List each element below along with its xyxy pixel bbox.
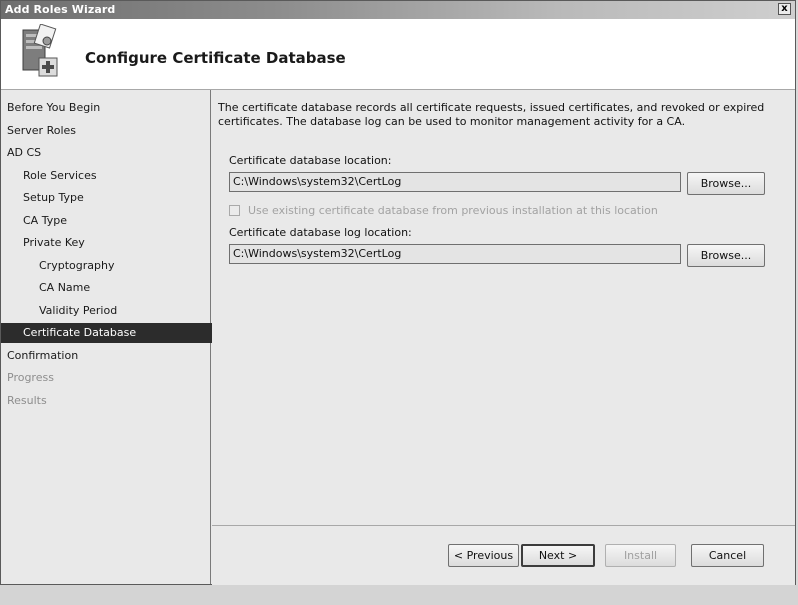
step-confirmation[interactable]: Confirmation (1, 346, 216, 366)
page-title: Configure Certificate Database (85, 49, 346, 67)
browse-log-button[interactable]: Browse... (687, 244, 765, 267)
step-before-you-begin[interactable]: Before You Begin (1, 98, 216, 118)
bottom-strip (0, 585, 798, 605)
step-progress: Progress (7, 371, 54, 384)
step-ad-cs[interactable]: AD CS (1, 143, 216, 163)
step-ca-name[interactable]: CA Name (1, 278, 248, 298)
use-existing-db-checkbox (229, 205, 240, 216)
log-location-input[interactable]: C:\Windows\system32\CertLog (229, 244, 681, 264)
cancel-button[interactable]: Cancel (691, 544, 764, 567)
step-server-roles[interactable]: Server Roles (1, 121, 216, 141)
step-validity-period[interactable]: Validity Period (1, 301, 248, 321)
step-cryptography[interactable]: Cryptography (1, 256, 248, 276)
wizard-content: The certificate database records all cer… (212, 90, 795, 525)
wizard-footer: < Previous Next > Install Cancel (212, 525, 795, 585)
wizard-header: Configure Certificate Database (1, 19, 795, 90)
close-button[interactable]: x (778, 3, 791, 15)
step-setup-type[interactable]: Setup Type (1, 188, 232, 208)
use-existing-db-label: Use existing certificate database from p… (248, 204, 658, 217)
step-ca-type[interactable]: CA Type (1, 211, 232, 231)
certificate-server-add-icon (22, 24, 58, 77)
previous-button[interactable]: < Previous (448, 544, 519, 567)
step-results: Results (7, 394, 47, 407)
next-button[interactable]: Next > (521, 544, 595, 567)
db-location-label: Certificate database location: (229, 154, 392, 167)
log-location-label: Certificate database log location: (229, 226, 412, 239)
install-button: Install (605, 544, 676, 567)
add-roles-wizard-window: Add Roles Wizard x Configure Certificate… (0, 0, 796, 585)
description-text: The certificate database records all cer… (218, 101, 765, 128)
step-certificate-database[interactable]: Certificate Database (1, 323, 232, 343)
step-role-services[interactable]: Role Services (1, 166, 232, 186)
title-bar[interactable]: Add Roles Wizard x (1, 1, 795, 19)
browse-db-button[interactable]: Browse... (687, 172, 765, 195)
step-private-key[interactable]: Private Key (1, 233, 232, 253)
wizard-steps-sidebar: Before You Begin Server Roles AD CS Role… (1, 90, 232, 584)
db-location-input[interactable]: C:\Windows\system32\CertLog (229, 172, 681, 192)
window-title: Add Roles Wizard (5, 3, 116, 16)
